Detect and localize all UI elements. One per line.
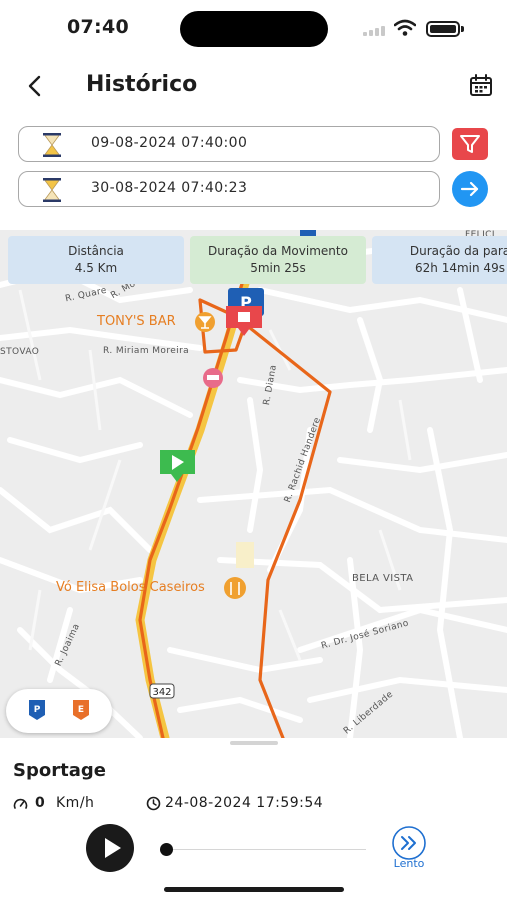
- movement-duration-card: Duração da Movimento 5min 25s: [190, 236, 366, 284]
- calendar-icon[interactable]: [468, 73, 494, 99]
- hourglass-icon: [43, 178, 61, 202]
- poi-label-bar[interactable]: TONY'S BAR: [97, 314, 176, 329]
- restaurant-poi-icon: [224, 577, 246, 599]
- start-date-field[interactable]: 09-08-2024 07:40:00: [18, 126, 440, 162]
- wifi-icon: [394, 19, 416, 36]
- stopped-duration-value: 62h 14min 49s: [415, 261, 505, 275]
- home-indicator[interactable]: [164, 887, 344, 892]
- timestamp-value: 24-08-2024 17:59:54: [165, 795, 324, 811]
- poi-label-bakery[interactable]: Vó Elisa Bolos Caseiros: [56, 580, 205, 595]
- signal-icon: [363, 24, 387, 36]
- playback-speed-label[interactable]: Lento: [380, 857, 438, 870]
- stopped-duration-label: Duração da para: [409, 244, 507, 258]
- end-date-field[interactable]: 30-08-2024 07:40:23: [18, 171, 440, 207]
- speed-value: 0: [35, 795, 45, 811]
- page-title: Histórico: [86, 72, 198, 97]
- status-time: 07:40: [67, 16, 129, 38]
- status-bar: 07:40: [0, 0, 507, 56]
- distance-value: 4.5 Km: [74, 261, 118, 275]
- play-icon: [105, 838, 121, 858]
- street-label: R. Miriam Moreira: [103, 346, 190, 356]
- map-view[interactable]: 342 P R. Quare R. Mo R. Miriam Moreira S…: [0, 230, 507, 738]
- play-button[interactable]: [86, 824, 134, 872]
- movement-duration-label: Duração da Movimento: [208, 244, 348, 258]
- clock-icon: [146, 796, 161, 811]
- sand-area: [236, 542, 254, 568]
- speed-unit: Km/h: [56, 795, 95, 811]
- marker-legend[interactable]: P E: [6, 689, 112, 733]
- event-marker-icon[interactable]: E: [72, 699, 90, 721]
- vehicle-name: Sportage: [13, 760, 106, 781]
- route-badge-label: 342: [152, 687, 171, 698]
- battery-icon: [426, 21, 464, 37]
- playback-slider-track[interactable]: [166, 849, 366, 850]
- filter-icon: [460, 135, 480, 153]
- parking-marker-icon[interactable]: P: [28, 699, 46, 721]
- speedometer-icon: [13, 798, 28, 809]
- end-date-value: 30-08-2024 07:40:23: [91, 180, 248, 196]
- search-go-button[interactable]: [452, 171, 488, 207]
- arrow-right-icon: [460, 181, 479, 197]
- start-date-value: 09-08-2024 07:40:00: [91, 135, 248, 151]
- svg-text:P: P: [34, 705, 41, 715]
- movement-duration-value: 5min 25s: [250, 261, 306, 275]
- sheet-drag-handle[interactable]: [230, 741, 278, 745]
- playback-slider-thumb[interactable]: [160, 843, 173, 856]
- distance-card: Distância 4.5 Km: [8, 236, 184, 284]
- filter-button[interactable]: [452, 128, 488, 160]
- district-label: BELA VISTA: [352, 573, 414, 584]
- svg-text:E: E: [78, 705, 84, 715]
- stopped-duration-card: Duração da para 62h 14min 49s: [372, 236, 507, 284]
- street-label: STOVAO: [0, 347, 40, 357]
- hourglass-icon: [43, 133, 61, 157]
- playback-speed-button[interactable]: [391, 825, 427, 861]
- distance-label: Distância: [68, 244, 124, 258]
- double-chevron-right-icon: [401, 836, 416, 850]
- back-button[interactable]: [22, 72, 48, 100]
- dynamic-island: [180, 11, 328, 47]
- map-canvas[interactable]: 342 P: [0, 230, 507, 738]
